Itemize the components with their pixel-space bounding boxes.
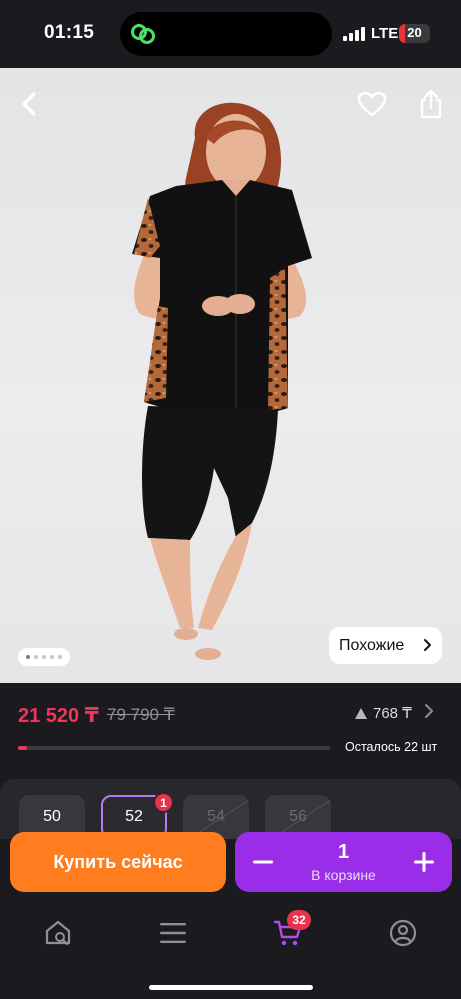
menu-icon (160, 923, 186, 943)
bonus-points[interactable]: 768 ₸ (355, 704, 412, 722)
battery-icon: 20 (399, 24, 430, 43)
profile-icon (389, 919, 417, 947)
similar-products-button[interactable]: Похожие (329, 627, 442, 664)
pagination-dot (34, 655, 38, 659)
status-time: 01:15 (44, 22, 95, 43)
battery-percent: 20 (407, 25, 422, 40)
product-image-gallery[interactable]: Похожие (0, 68, 461, 683)
app-link-icon (131, 24, 155, 44)
heart-icon (357, 91, 387, 117)
product-photo (132, 102, 312, 660)
chevron-left-icon (22, 92, 36, 116)
nav-catalog[interactable] (153, 913, 193, 953)
increase-quantity-button[interactable] (396, 832, 452, 892)
similar-label: Похожие (339, 636, 405, 654)
purchase-actions: Купить сейчас 1 В корзине (0, 823, 461, 903)
status-bar: 01:15 LTE 20 (0, 0, 461, 68)
plus-icon (414, 852, 434, 872)
nav-profile[interactable] (383, 913, 423, 953)
stock-progress-fill (18, 746, 28, 750)
old-price: 79 790 ₸ (107, 705, 175, 724)
network-type: LTE (371, 25, 399, 42)
signal-icon (343, 27, 365, 41)
dynamic-island (120, 12, 332, 56)
pagination-dot (50, 655, 54, 659)
pagination-dot (42, 655, 46, 659)
home-search-icon (45, 920, 71, 946)
in-cart-label: В корзине (311, 867, 376, 883)
share-button[interactable] (411, 84, 451, 124)
chevron-right-icon[interactable] (424, 703, 434, 719)
minus-icon (253, 860, 273, 864)
favorite-button[interactable] (352, 84, 392, 124)
current-price: 21 520 ₸ (18, 705, 99, 727)
stock-progress-bar (18, 746, 330, 750)
decrease-quantity-button[interactable] (235, 832, 291, 892)
cart-count-badge: 32 (287, 910, 311, 930)
home-indicator (149, 985, 313, 990)
bonus-value: 768 ₸ (373, 705, 412, 722)
back-button[interactable] (10, 84, 50, 124)
size-count-badge: 1 (153, 792, 174, 813)
stock-remaining: Осталось 22 шт (345, 740, 438, 754)
chevron-right-icon (424, 639, 431, 651)
cart-quantity: 1 (337, 841, 350, 863)
cart-quantity-stepper: 1 В корзине (235, 832, 452, 892)
price-panel: 21 520 ₸ 79 790 ₸ 768 ₸ Осталось 22 шт (0, 683, 461, 769)
gallery-pagination (18, 648, 70, 666)
buy-now-button[interactable]: Купить сейчас (10, 832, 226, 892)
pagination-dot (26, 655, 30, 659)
share-icon (420, 89, 442, 119)
bonus-triangle-icon (355, 707, 367, 719)
bottom-navigation: 32 (0, 903, 461, 999)
nav-home[interactable] (38, 913, 78, 953)
pagination-dot (58, 655, 62, 659)
